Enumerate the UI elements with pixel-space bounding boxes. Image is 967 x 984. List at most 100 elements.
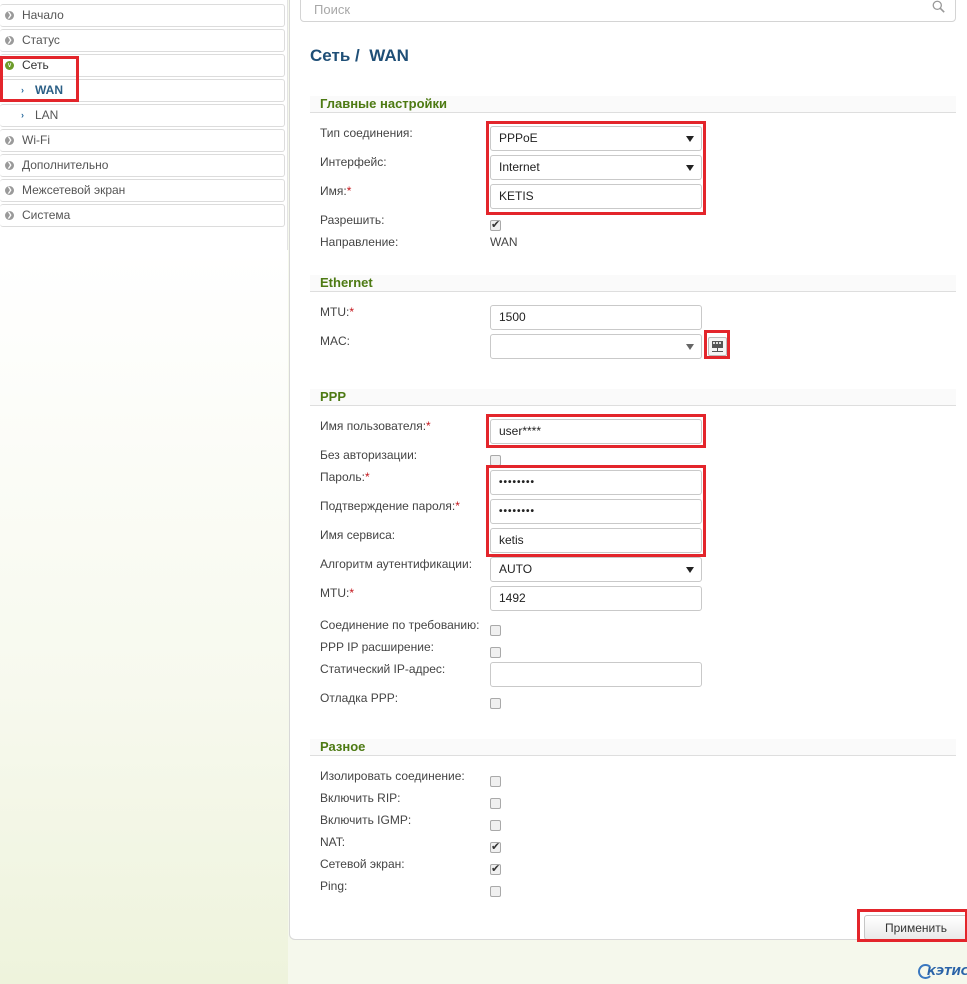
sidebar-item-label: Сеть <box>22 58 49 72</box>
chevron-right-icon: ❯ <box>5 136 14 145</box>
network-card-icon <box>712 341 723 352</box>
apply-button[interactable]: Применить <box>864 915 967 940</box>
firewall-label: Сетевой экран: <box>320 857 405 871</box>
ppp-debug-checkbox[interactable] <box>490 698 501 709</box>
chevron-right-icon: ❯ <box>5 11 14 20</box>
password-label-text: Пароль: <box>320 470 365 484</box>
mac-label: MAC: <box>320 334 350 348</box>
sidebar-item-label: Дополнительно <box>22 158 109 172</box>
sidebar-item-start[interactable]: ❯ Начало <box>0 4 285 27</box>
section-ppp: PPP <box>310 389 956 406</box>
static-ip-input[interactable] <box>490 662 702 687</box>
sidebar-item-wifi[interactable]: ❯ Wi-Fi <box>0 129 285 152</box>
auth-algo-select[interactable]: AUTO <box>490 557 702 582</box>
nat-label: NAT: <box>320 835 346 849</box>
service-label: Имя сервиса: <box>320 528 396 542</box>
ppp-mtu-input[interactable]: 1492 <box>490 586 702 611</box>
eth-mtu-value: 1500 <box>499 310 526 324</box>
ip-ext-checkbox[interactable] <box>490 647 501 658</box>
sidebar-background <box>0 250 288 984</box>
required-mark: * <box>426 419 431 433</box>
section-title: Разное <box>310 739 956 756</box>
sidebar-item-network[interactable]: ∨ Сеть <box>0 54 285 77</box>
password-input[interactable]: •••••••• <box>490 470 702 495</box>
isolate-checkbox[interactable] <box>490 776 501 787</box>
search-input[interactable] <box>314 0 914 20</box>
firewall-checkbox[interactable] <box>490 862 501 875</box>
service-value: ketis <box>499 533 524 547</box>
name-value: KETIS <box>499 189 534 203</box>
no-auth-checkbox[interactable] <box>490 455 501 466</box>
username-input[interactable]: user**** <box>490 419 702 444</box>
sidebar-item-label: WAN <box>35 83 63 97</box>
breadcrumb-section[interactable]: Сеть <box>310 46 350 65</box>
section-ethernet: Ethernet <box>310 275 956 292</box>
eth-mtu-label: MTU:* <box>320 305 354 319</box>
ping-label: Ping: <box>320 879 348 893</box>
search-box <box>300 0 956 22</box>
ppp-debug-label: Отладка PPP: <box>320 691 399 705</box>
chevron-right-icon: ❯ <box>5 161 14 170</box>
ppp-mtu-label-text: MTU: <box>320 586 350 600</box>
sidebar-item-label: Межсетевой экран <box>22 183 126 197</box>
username-value: user**** <box>499 424 542 438</box>
isolate-label: Изолировать соединение: <box>320 769 465 783</box>
password-confirm-label-text: Подтверждение пароля: <box>320 499 456 513</box>
sidebar-item-label: Система <box>22 208 71 222</box>
required-mark: * <box>349 586 354 600</box>
required-mark: * <box>455 499 460 513</box>
chevron-right-icon: ❯ <box>5 186 14 195</box>
interface-select[interactable]: Internet <box>490 155 702 180</box>
interface-label: Интерфейс: <box>320 155 387 169</box>
name-input[interactable]: KETIS <box>490 184 702 209</box>
sidebar-item-status[interactable]: ❯ Статус <box>0 29 285 52</box>
rip-checkbox[interactable] <box>490 798 501 809</box>
mac-select[interactable] <box>490 334 702 359</box>
logo-text: КЭТИС <box>927 965 967 978</box>
sidebar-item-system[interactable]: ❯ Система <box>0 204 285 227</box>
breadcrumb-separator: / <box>355 46 360 65</box>
password-value: •••••••• <box>499 477 536 488</box>
arrow-right-icon: › <box>21 85 24 95</box>
section-misc: Разное <box>310 739 956 756</box>
search-icon[interactable] <box>932 0 945 13</box>
section-title: PPP <box>310 389 956 406</box>
clone-mac-button[interactable] <box>708 337 727 356</box>
password-confirm-input[interactable]: •••••••• <box>490 499 702 524</box>
sidebar-item-advanced[interactable]: ❯ Дополнительно <box>0 154 285 177</box>
sidebar-item-label: Wi-Fi <box>22 133 50 147</box>
igmp-label: Включить IGMP: <box>320 813 412 827</box>
ip-ext-label: PPP IP расширение: <box>320 640 434 654</box>
chevron-right-icon: ❯ <box>5 211 14 220</box>
ping-checkbox[interactable] <box>490 886 501 897</box>
nat-checkbox[interactable] <box>490 840 501 853</box>
rip-label: Включить RIP: <box>320 791 401 805</box>
sidebar-item-wan[interactable]: › WAN <box>0 79 285 102</box>
username-label: Имя пользователя:* <box>320 419 431 433</box>
on-demand-checkbox[interactable] <box>490 625 501 636</box>
main-panel: Сеть / WAN Главные настройки Тип соедине… <box>289 0 967 942</box>
ppp-mtu-label: MTU:* <box>320 586 354 600</box>
password-label: Пароль:* <box>320 470 370 484</box>
enable-label: Разрешить: <box>320 213 385 227</box>
sidebar-item-label: LAN <box>35 108 59 122</box>
logo: КЭТИС <box>918 962 967 984</box>
static-ip-label: Статический IP-адрес: <box>320 662 446 676</box>
direction-label: Направление: <box>320 235 399 249</box>
conn-type-select[interactable]: PPPoE <box>490 126 702 151</box>
ppp-mtu-value: 1492 <box>499 591 526 605</box>
page-title: WAN <box>369 46 409 65</box>
eth-mtu-label-text: MTU: <box>320 305 350 319</box>
eth-mtu-input[interactable]: 1500 <box>490 305 702 330</box>
sidebar-item-lan[interactable]: › LAN <box>0 104 285 127</box>
service-input[interactable]: ketis <box>490 528 702 553</box>
sidebar-item-firewall[interactable]: ❯ Межсетевой экран <box>0 179 285 202</box>
sidebar-item-label: Статус <box>22 33 60 47</box>
igmp-checkbox[interactable] <box>490 820 501 831</box>
sidebar: ❯ Начало ❯ Статус ∨ Сеть › WAN › LAN ❯ W… <box>0 0 288 984</box>
on-demand-label: Соединение по требованию: <box>320 618 480 632</box>
auth-algo-label: Алгоритм аутентификации: <box>320 557 473 571</box>
sidebar-nav: ❯ Начало ❯ Статус ∨ Сеть › WAN › LAN ❯ W… <box>0 4 285 229</box>
enable-checkbox[interactable] <box>490 218 501 231</box>
conn-type-value: PPPoE <box>499 131 538 145</box>
